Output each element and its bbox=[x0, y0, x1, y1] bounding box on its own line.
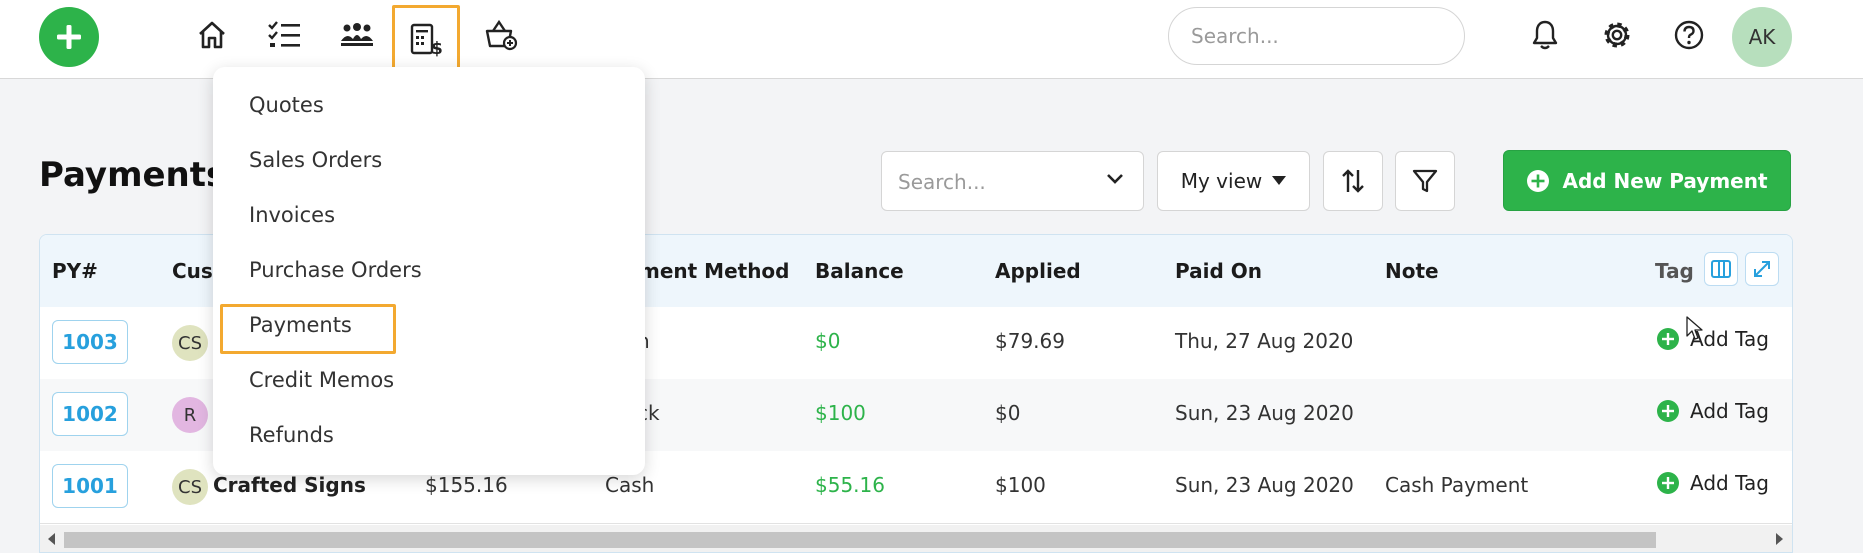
balance: $55.16 bbox=[815, 473, 885, 497]
caret-down-icon bbox=[1272, 176, 1287, 185]
sales-icon: $ bbox=[410, 23, 443, 57]
mouse-cursor-icon bbox=[1686, 316, 1703, 340]
customer-avatar: CS bbox=[172, 325, 208, 361]
horizontal-scrollbar[interactable] bbox=[40, 525, 1792, 552]
add-tag-label: Add Tag bbox=[1690, 471, 1769, 495]
page-title: Payments bbox=[39, 155, 227, 195]
scrollbar-thumb[interactable] bbox=[64, 532, 1656, 548]
payment-number-link[interactable]: 1003 bbox=[52, 320, 128, 364]
add-tag-button[interactable]: Add Tag bbox=[1656, 399, 1769, 423]
add-tag-button[interactable]: Add Tag bbox=[1656, 471, 1769, 495]
applied: $79.69 bbox=[995, 329, 1065, 353]
col-note[interactable]: Note bbox=[1385, 259, 1439, 283]
global-search-input[interactable] bbox=[1168, 7, 1465, 65]
help-icon bbox=[1674, 20, 1704, 50]
amount: $155.16 bbox=[425, 473, 508, 497]
nav-customers[interactable] bbox=[334, 12, 380, 58]
balance: $100 bbox=[815, 401, 866, 425]
svg-text:$: $ bbox=[431, 39, 443, 57]
gear-icon bbox=[1604, 22, 1630, 48]
menu-item-sales-orders[interactable]: Sales Orders bbox=[249, 148, 382, 172]
bell-icon bbox=[1532, 20, 1558, 50]
menu-item-quotes[interactable]: Quotes bbox=[249, 93, 324, 117]
menu-item-credit-memos[interactable]: Credit Memos bbox=[249, 368, 394, 392]
customer-name[interactable]: Crafted Signs bbox=[213, 473, 366, 497]
filter-button[interactable] bbox=[1395, 151, 1455, 211]
plus-circle-icon bbox=[1657, 328, 1679, 350]
view-search-input[interactable] bbox=[896, 166, 1090, 198]
sort-icon bbox=[1342, 169, 1364, 193]
scroll-left-icon[interactable] bbox=[48, 533, 56, 545]
col-tags[interactable]: Tag bbox=[1655, 259, 1694, 283]
col-py[interactable]: PY# bbox=[52, 259, 98, 283]
menu-item-purchase-orders[interactable]: Purchase Orders bbox=[249, 258, 422, 282]
payment-number-link[interactable]: 1002 bbox=[52, 392, 128, 436]
tasks-icon bbox=[268, 21, 300, 47]
add-tag-label: Add Tag bbox=[1690, 399, 1769, 423]
note: Cash Payment bbox=[1385, 473, 1529, 497]
expand-icon bbox=[1754, 261, 1770, 277]
sales-dropdown-menu: Quotes Sales Orders Invoices Purchase Or… bbox=[213, 67, 645, 475]
col-applied[interactable]: Applied bbox=[995, 259, 1081, 283]
home-icon bbox=[199, 21, 225, 49]
view-selector-label: My view bbox=[1180, 169, 1263, 193]
nav-tasks[interactable] bbox=[261, 12, 307, 58]
view-search-select[interactable] bbox=[881, 151, 1144, 211]
basket-icon bbox=[485, 19, 518, 51]
customer-avatar: CS bbox=[172, 469, 208, 505]
plus-icon bbox=[57, 25, 81, 49]
user-avatar[interactable]: AK bbox=[1732, 7, 1792, 67]
balance: $0 bbox=[815, 329, 841, 353]
help-button[interactable] bbox=[1666, 12, 1712, 58]
add-new-payment-button[interactable]: Add New Payment bbox=[1503, 150, 1791, 211]
plus-circle-icon bbox=[1657, 400, 1679, 422]
nav-home[interactable] bbox=[189, 12, 235, 58]
plus-circle-icon bbox=[1527, 169, 1550, 192]
columns-button[interactable] bbox=[1704, 252, 1738, 286]
chevron-down-icon bbox=[1107, 174, 1123, 184]
payment-method: Cash bbox=[605, 473, 655, 497]
menu-item-refunds[interactable]: Refunds bbox=[249, 423, 334, 447]
paid-on: Sun, 23 Aug 2020 bbox=[1175, 473, 1354, 497]
sort-button[interactable] bbox=[1323, 151, 1383, 211]
plus-circle-icon bbox=[1657, 472, 1679, 494]
notifications-button[interactable] bbox=[1522, 12, 1568, 58]
menu-item-payments[interactable]: Payments bbox=[249, 313, 352, 337]
paid-on: Sun, 23 Aug 2020 bbox=[1175, 401, 1354, 425]
col-balance[interactable]: Balance bbox=[815, 259, 904, 283]
filter-icon bbox=[1412, 169, 1438, 193]
menu-item-invoices[interactable]: Invoices bbox=[249, 203, 335, 227]
customer-avatar: R bbox=[172, 397, 208, 433]
nav-products[interactable] bbox=[478, 12, 524, 58]
view-selector-button[interactable]: My view bbox=[1157, 151, 1310, 211]
create-new-button[interactable] bbox=[39, 7, 99, 67]
settings-button[interactable] bbox=[1594, 12, 1640, 58]
columns-icon bbox=[1711, 260, 1731, 278]
paid-on: Thu, 27 Aug 2020 bbox=[1175, 329, 1354, 353]
add-new-payment-label: Add New Payment bbox=[1562, 168, 1768, 193]
customers-icon bbox=[341, 23, 373, 46]
nav-sales[interactable]: $ bbox=[392, 5, 460, 75]
scroll-right-icon[interactable] bbox=[1775, 533, 1783, 545]
applied: $100 bbox=[995, 473, 1046, 497]
expand-button[interactable] bbox=[1745, 252, 1779, 286]
add-tag-button[interactable]: Add Tag bbox=[1656, 327, 1769, 351]
applied: $0 bbox=[995, 401, 1021, 425]
col-paid-on[interactable]: Paid On bbox=[1175, 259, 1262, 283]
payment-number-link[interactable]: 1001 bbox=[52, 464, 128, 508]
col-payment-method[interactable]: ment Method bbox=[639, 259, 790, 283]
